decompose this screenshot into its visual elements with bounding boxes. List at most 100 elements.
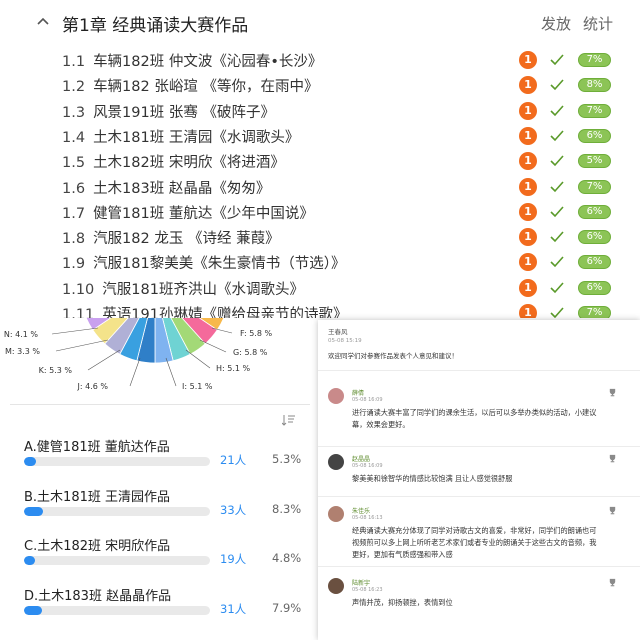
work-text: 英语191孙琳婧《赠给母亲节的诗歌》 xyxy=(102,307,348,318)
work-number: 1.11 xyxy=(62,307,95,318)
work-title[interactable]: 1.5 土木182班 宋明欣《将进酒》 xyxy=(62,151,285,172)
work-title[interactable]: 1.8 汽服182 龙玉 《诗经 蒹葭》 xyxy=(62,227,280,248)
comment-author[interactable]: 薛倩 xyxy=(352,388,364,397)
post-author: 王春风 xyxy=(328,328,348,336)
percent-pill: 6% xyxy=(578,255,611,270)
count-badge: 1 xyxy=(519,304,537,318)
work-row[interactable]: 1.7 健管181班 董航达《少年中国说》 1 6% xyxy=(0,200,640,225)
pie-label: K: 5.3 % xyxy=(39,366,73,375)
check-icon xyxy=(550,307,564,318)
work-text: 车辆182班 仲文波《沁园春•长沙》 xyxy=(93,54,323,70)
trophy-icon[interactable] xyxy=(608,454,617,463)
pie-chart: N: 4.1 % M: 3.3 % K: 5.3 % J: 4.6 % I: 5.1 %… xyxy=(4,318,272,391)
comment-line: 视频煎可以多上网上听听老艺术家们或者专业的朗诵关于这些古文的音频，我 xyxy=(352,538,597,547)
comment-author[interactable]: 赵晶晶 xyxy=(352,454,370,463)
chevron-up-icon[interactable] xyxy=(34,12,52,30)
count-badge: 1 xyxy=(519,126,537,145)
count-badge: 1 xyxy=(519,152,537,171)
comment-body: 进行诵读大赛丰富了同学们的课余生活，以后可以多举办类似的活动，小建议 幕，效果会更… xyxy=(352,407,640,431)
work-text: 汽服181班齐洪山《水调歌头》 xyxy=(102,281,304,298)
poll-panel: N: 4.1 % M: 3.3 % K: 5.3 % J: 4.6 % I: 5.1 %… xyxy=(0,318,310,640)
pie-label: F: 5.8 % xyxy=(240,329,272,338)
poll-option[interactable]: A.健管181班 董航达作品 21人 5.3% xyxy=(24,436,304,482)
comment-body: 声情并茂，抑扬顿挫，表情到位 xyxy=(352,597,640,609)
progress-track xyxy=(24,457,210,466)
pie-leader-line xyxy=(129,357,141,387)
pie-label: J: 4.6 % xyxy=(77,382,109,391)
work-row[interactable]: 1.2 车辆182 张峪瑄 《等你，在雨中》 1 8% xyxy=(0,73,640,98)
stats-link[interactable]: 统计 xyxy=(583,13,613,34)
work-title[interactable]: 1.7 健管181班 董航达《少年中国说》 xyxy=(62,202,314,223)
work-number: 1.4 xyxy=(62,129,86,146)
check-icon xyxy=(550,282,564,293)
work-title[interactable]: 1.2 车辆182 张峪瑄 《等你，在雨中》 xyxy=(62,75,318,96)
count-badge: 1 xyxy=(519,228,537,247)
progress-track xyxy=(24,556,210,565)
work-text: 土木182班 宋明欣《将进酒》 xyxy=(93,155,285,172)
work-row[interactable]: 1.6 土木183班 赵晶晶《匆匆》 1 7% xyxy=(0,175,640,200)
option-count[interactable]: 21人 xyxy=(220,452,246,468)
check-icon xyxy=(550,231,564,243)
poll-option[interactable]: D.土木183班 赵晶晶作品 31人 7.9% xyxy=(24,585,304,631)
comment-author[interactable]: 陆新宇 xyxy=(352,578,370,587)
work-row[interactable]: 1.3 风景191班 张骞 《破阵子》 1 7% xyxy=(0,99,640,124)
work-number: 1.3 xyxy=(62,104,86,121)
comment-author[interactable]: 朱佳乐 xyxy=(352,506,370,515)
pie-leader-line xyxy=(185,349,211,369)
work-title[interactable]: 1.9 汽服181黎美美《朱生豪情书（节选）》 xyxy=(62,252,346,273)
work-row[interactable]: 1.1 车辆182班 仲文波《沁园春•长沙》 1 7% xyxy=(0,48,640,73)
pie-label: G: 5.8 % xyxy=(233,348,268,357)
work-row[interactable]: 1.10 汽服181班齐洪山《水调歌头》 1 6% xyxy=(0,276,640,301)
comment-date: 05-08 16:09 xyxy=(352,463,383,469)
work-title[interactable]: 1.1 车辆182班 仲文波《沁园春•长沙》 xyxy=(62,50,322,71)
work-title[interactable]: 1.4 土木181班 王清园《水调歌头》 xyxy=(62,126,299,147)
pie-label: H: 5.1 % xyxy=(216,364,251,373)
pie-label: I: 5.1 % xyxy=(182,382,213,391)
count-badge: 1 xyxy=(519,76,537,95)
work-row[interactable]: 1.5 土木182班 宋明欣《将进酒》 1 5% xyxy=(0,149,640,174)
work-row[interactable]: 1.4 土木181班 王清园《水调歌头》 1 6% xyxy=(0,124,640,149)
work-title[interactable]: 1.11 英语191孙琳婧《赠给母亲节的诗歌》 xyxy=(62,303,347,318)
option-label: A.健管181班 董航达作品 xyxy=(24,440,170,455)
option-count[interactable]: 33人 xyxy=(220,502,246,518)
work-title[interactable]: 1.3 风景191班 张骞 《破阵子》 xyxy=(62,101,275,122)
comment-date: 05-08 16:13 xyxy=(352,515,383,521)
trophy-icon[interactable] xyxy=(608,388,617,397)
chapter-header[interactable]: 第1章 经典诵读大赛作品 发放 统计 xyxy=(0,8,640,40)
comment-line: 声情并茂，抑扬顿挫，表情到位 xyxy=(352,598,453,607)
percent-pill: 5% xyxy=(578,154,611,169)
work-text: 土木181班 王清园《水调歌头》 xyxy=(93,129,300,146)
work-text: 车辆182 张峪瑄 《等你，在雨中》 xyxy=(93,79,319,96)
poll-option[interactable]: C.土木182班 宋明欣作品 19人 4.8% xyxy=(24,535,304,581)
comment-body: 黎美美和徐智华的情感比较饱满 且让人感觉很舒服 xyxy=(352,473,640,485)
progress-track xyxy=(24,605,210,615)
work-row[interactable]: 1.8 汽服182 龙玉 《诗经 蒹葭》 1 6% xyxy=(0,225,640,250)
trophy-icon[interactable] xyxy=(608,506,617,515)
progress-fill xyxy=(24,556,35,565)
trophy-icon[interactable] xyxy=(608,578,617,587)
divider xyxy=(318,496,640,497)
poll-option[interactable]: B.土木181班 王清园作品 33人 8.3% xyxy=(24,486,304,532)
percent-pill: 6% xyxy=(578,204,611,219)
pie-leader-line xyxy=(51,327,99,335)
sort-icon[interactable] xyxy=(282,414,296,426)
pie-label: N: 4.1 % xyxy=(4,330,38,339)
option-label: D.土木183班 赵晶晶作品 xyxy=(24,588,172,604)
count-badge: 1 xyxy=(519,51,537,69)
work-row[interactable]: 1.11 英语191孙琳婧《赠给母亲节的诗歌》 1 7% xyxy=(0,301,640,318)
work-number: 1.8 xyxy=(62,231,86,248)
work-number: 1.6 xyxy=(62,180,86,197)
option-count[interactable]: 31人 xyxy=(220,601,246,617)
publish-link[interactable]: 发放 xyxy=(541,13,571,34)
work-row[interactable]: 1.9 汽服181黎美美《朱生豪情书（节选）》 1 6% xyxy=(0,250,640,275)
percent-pill: 6% xyxy=(578,280,611,295)
check-icon xyxy=(550,79,564,91)
work-text: 汽服181黎美美《朱生豪情书（节选）》 xyxy=(93,256,346,273)
option-count[interactable]: 19人 xyxy=(220,551,246,567)
pie-leader-line xyxy=(165,357,177,387)
work-title[interactable]: 1.10 汽服181班齐洪山《水调歌头》 xyxy=(62,278,304,299)
percent-pill: 7% xyxy=(578,53,611,67)
work-title[interactable]: 1.6 土木183班 赵晶晶《匆匆》 xyxy=(62,177,270,198)
avatar xyxy=(328,506,344,522)
work-text: 风景191班 张骞 《破阵子》 xyxy=(93,104,275,121)
